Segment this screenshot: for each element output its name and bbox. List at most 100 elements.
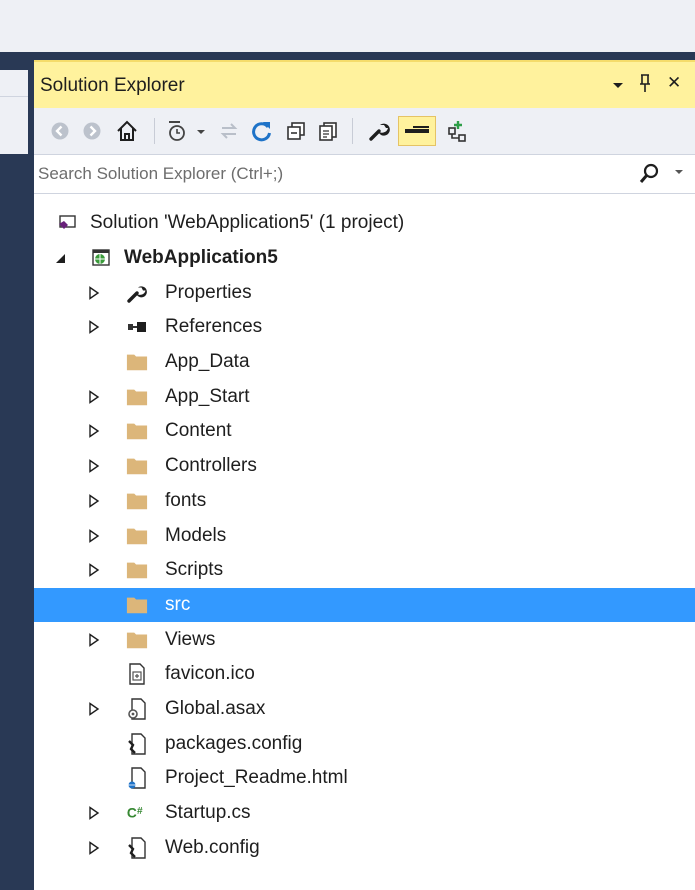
search-options-caret-icon[interactable] [674,167,684,180]
properties-icon[interactable] [364,116,394,146]
folder-icon [126,629,148,651]
tree-item-startup-cs[interactable]: C # Startup.cs [34,796,695,831]
tree-item-project-readme[interactable]: Project_Readme.html [34,761,695,796]
close-icon[interactable]: ✕ [667,73,681,93]
image-file-icon [126,663,148,685]
tree-item-controllers[interactable]: Controllers [34,449,695,484]
tree-item-fonts[interactable]: fonts [34,484,695,519]
tree-item-label: Web.config [165,836,260,858]
tree-item-label: App_Start [165,385,250,407]
tree-collapsed-arrow-icon[interactable] [86,840,102,856]
web-project-icon [90,247,112,269]
tree-item-favicon[interactable]: favicon.ico [34,657,695,692]
tree-item-label: Views [165,628,216,650]
sync-with-active-document-icon[interactable] [216,116,242,146]
tree-collapsed-arrow-icon[interactable] [86,389,102,405]
tree-item-project[interactable]: WebApplication5 [34,241,695,276]
html-file-icon [126,767,148,790]
left-tool-window-edge [0,70,28,154]
tree-item-global-asax[interactable]: Global.asax [34,692,695,727]
tree-collapsed-arrow-icon[interactable] [86,701,102,717]
solution-icon [56,212,78,234]
config-file-icon [126,732,148,755]
folder-icon [126,525,148,547]
tree-collapsed-arrow-icon[interactable] [86,528,102,544]
tree-item-label: favicon.ico [165,663,255,685]
tree-item-label: Solution 'WebApplication5' (1 project) [90,212,405,234]
panel-title: Solution Explorer [40,75,185,96]
csharp-file-icon: C # [126,802,148,824]
pin-icon[interactable] [638,73,652,98]
panel-title-bar[interactable]: Solution Explorer ✕ [34,60,695,108]
svg-text:#: # [137,806,143,817]
tree-item-label: Content [165,420,232,442]
tree-item-app-start[interactable]: App_Start [34,379,695,414]
folder-icon [126,490,148,512]
tree-collapsed-arrow-icon[interactable] [86,285,102,301]
preview-selected-items-icon[interactable] [398,116,436,146]
tree-item-scripts[interactable]: Scripts [34,553,695,588]
show-all-files-icon[interactable] [314,116,342,146]
left-panel-divider [0,96,28,97]
refresh-icon[interactable] [248,116,276,146]
folder-icon [126,559,148,581]
tree-item-label: Models [165,524,227,546]
tree-collapsed-arrow-icon[interactable] [86,562,102,578]
caret-down-icon[interactable] [612,76,624,96]
wrench-icon [126,282,148,304]
tree-item-properties[interactable]: Properties [34,275,695,310]
class-view-icon[interactable] [442,116,472,146]
ide-frame-left [0,60,34,890]
tree-item-label: Properties [165,281,252,303]
tree-item-references[interactable]: References [34,310,695,345]
search-bar [34,154,695,194]
solution-tree: Solution 'WebApplication5' (1 project) W… [34,206,695,865]
tree-item-label: References [165,316,263,338]
folder-icon [126,386,148,408]
tree-collapsed-arrow-icon[interactable] [86,458,102,474]
tree-item-src[interactable]: src [34,587,695,623]
home-icon[interactable] [112,116,142,146]
tree-item-views[interactable]: Views [34,622,695,657]
tree-collapsed-arrow-icon[interactable] [86,423,102,439]
ide-frame-top [0,52,695,60]
folder-icon [126,455,148,477]
tree-collapsed-arrow-icon[interactable] [86,805,102,821]
references-icon [126,316,148,338]
search-input[interactable] [38,161,628,187]
tree-item-packages-config[interactable]: packages.config [34,726,695,761]
tree-item-label: Global.asax [165,697,266,719]
folder-icon [126,351,148,373]
tree-item-label: WebApplication5 [124,247,278,269]
tree-item-app-data[interactable]: App_Data [34,345,695,380]
tree-item-label: Project_Readme.html [165,767,348,789]
search-icon[interactable] [638,163,660,189]
tree-item-label: Startup.cs [165,802,251,824]
solution-explorer-panel: Solution Explorer ✕ Search Solution Expl… [34,60,695,890]
tree-item-label: Controllers [165,455,257,477]
svg-text:C: C [127,806,137,821]
pending-changes-icon[interactable] [166,116,210,146]
config-file-icon [126,837,148,859]
tree-collapsed-arrow-icon[interactable] [86,319,102,335]
forward-icon[interactable] [78,116,106,146]
tree-item-web-config[interactable]: Web.config [34,830,695,865]
solution-explorer-toolbar [34,108,695,154]
tree-item-label: src [165,593,191,615]
tree-item-solution[interactable]: Solution 'WebApplication5' (1 project) [34,206,695,241]
collapse-all-icon[interactable] [282,116,310,146]
tree-expanded-arrow-icon[interactable] [52,250,68,266]
asax-file-icon [126,698,148,720]
tree-collapsed-arrow-icon[interactable] [86,493,102,509]
tree-item-label: Scripts [165,559,224,581]
tree-item-models[interactable]: Models [34,518,695,553]
tree-collapsed-arrow-icon[interactable] [86,632,102,648]
back-icon[interactable] [46,116,74,146]
host-window-top-area [0,0,695,52]
toolbar-separator [154,118,155,144]
tree-item-content[interactable]: Content [34,414,695,449]
tree-item-label: fonts [165,489,207,511]
folder-icon [126,420,148,442]
toolbar-separator [352,118,353,144]
tree-item-label: packages.config [165,732,303,754]
